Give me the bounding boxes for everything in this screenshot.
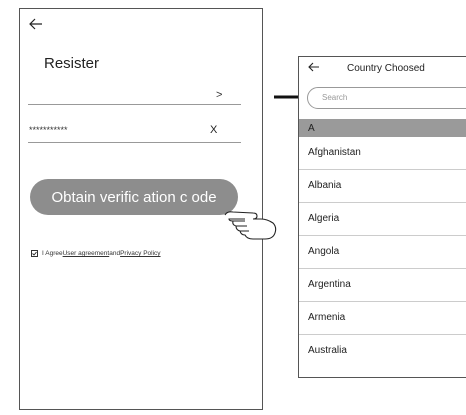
register-screen: Resister > *********** X Obtain verific … [19,8,277,410]
page-title: Country Choosed [347,63,425,74]
obtain-button-label: Obtain verific ation c ode [51,188,217,206]
password-field-underline [28,142,241,143]
country-name: Armenia [308,312,346,323]
agree-checkbox[interactable] [31,250,38,257]
page-title: Resister [44,55,100,72]
clear-password-button[interactable]: X [210,124,217,136]
chevron-right-icon[interactable]: > [216,89,222,101]
user-agreement-link[interactable]: User agreement [63,250,110,257]
arrow-left-icon[interactable] [29,15,43,33]
tap-hand-icon [223,195,279,248]
search-placeholder: Search [322,93,348,102]
divider [299,268,466,269]
agreement-row: I Agree User agreement and Privacy Polic… [31,250,161,257]
divider [299,202,466,203]
country-name: Afghanistan [308,147,361,158]
country-name: Argentina [308,279,351,290]
search-input[interactable]: Search [307,87,466,109]
password-field[interactable]: *********** [29,125,68,135]
obtain-verification-code-button[interactable]: Obtain verific ation c ode [30,179,238,215]
account-field[interactable] [28,104,241,105]
country-select-screen: Country Choosed Search A Afghanistan Alb… [298,56,466,378]
country-name: Angola [308,246,340,257]
divider [299,235,466,236]
divider [299,169,466,170]
section-letter: A [308,123,315,134]
and-text: and [109,250,121,257]
arrow-left-icon[interactable] [308,60,320,74]
agree-text: I Agree [42,250,63,257]
divider [299,334,466,335]
privacy-policy-link[interactable]: Privacy Policy [120,250,160,257]
section-header: A [299,119,466,137]
country-name: Australia [308,345,347,356]
country-name: Albania [308,180,342,191]
divider [299,301,466,302]
country-name: Algeria [308,213,340,224]
